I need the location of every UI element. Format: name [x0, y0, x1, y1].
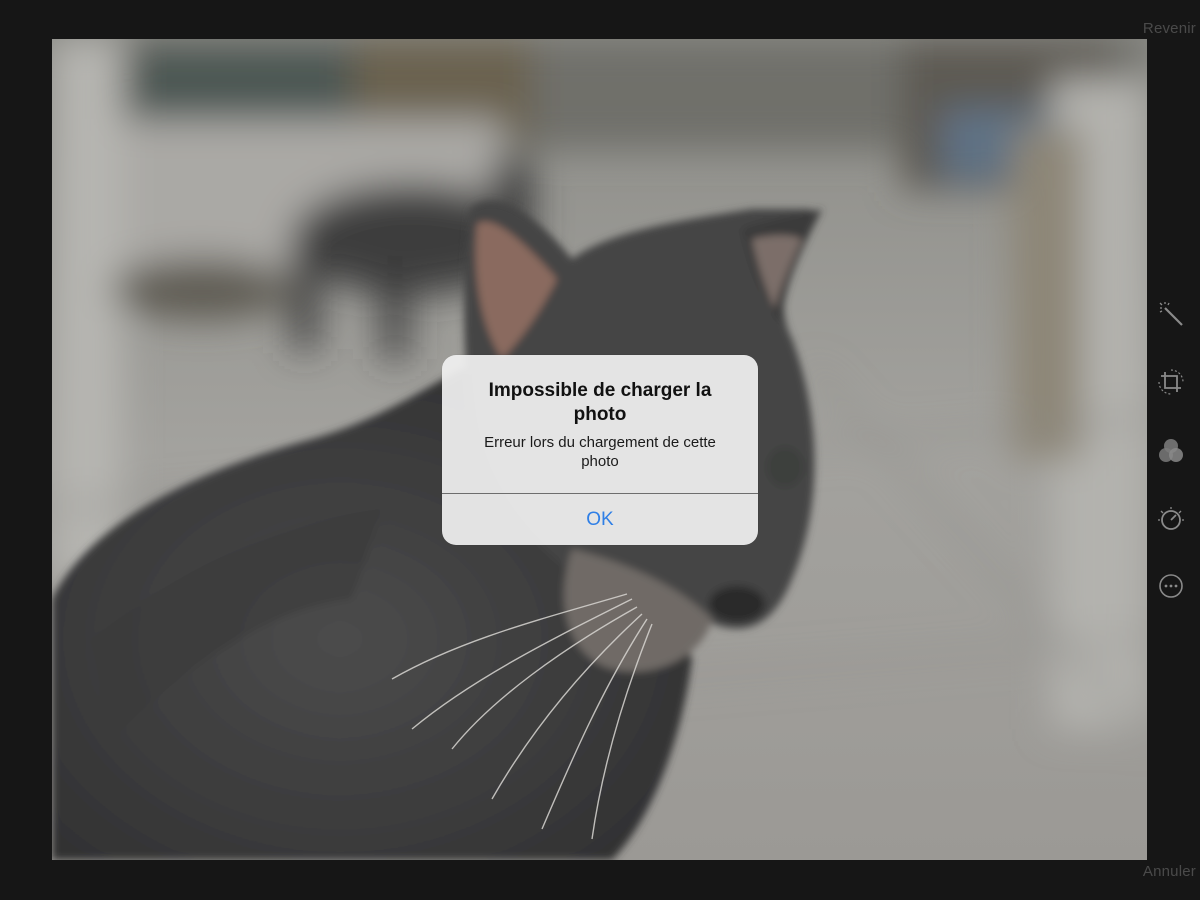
filters-icon	[1157, 437, 1185, 465]
magic-wand-icon	[1157, 300, 1185, 328]
revert-button[interactable]: Revenir	[1143, 20, 1196, 37]
auto-enhance-button[interactable]	[1153, 296, 1189, 332]
adjust-button[interactable]	[1153, 501, 1189, 537]
crop-rotate-icon	[1157, 368, 1185, 396]
cancel-button[interactable]: Annuler	[1143, 863, 1196, 880]
error-alert-dialog: Impossible de charger la photo Erreur lo…	[442, 355, 758, 545]
alert-message: Erreur lors du chargement de cette photo	[484, 434, 716, 470]
ok-button[interactable]: OK	[442, 494, 758, 545]
photo-editor-screen: Revenir Annuler Impossible de charger la…	[0, 0, 1200, 900]
alert-body: Impossible de charger la photo Erreur lo…	[442, 355, 758, 493]
crop-button[interactable]	[1153, 364, 1189, 400]
more-options-button[interactable]	[1153, 568, 1189, 604]
more-ellipsis-icon	[1157, 572, 1185, 600]
alert-title: Impossible de charger la photo	[488, 380, 712, 425]
filters-button[interactable]	[1153, 433, 1189, 469]
adjust-dial-icon	[1157, 505, 1185, 533]
